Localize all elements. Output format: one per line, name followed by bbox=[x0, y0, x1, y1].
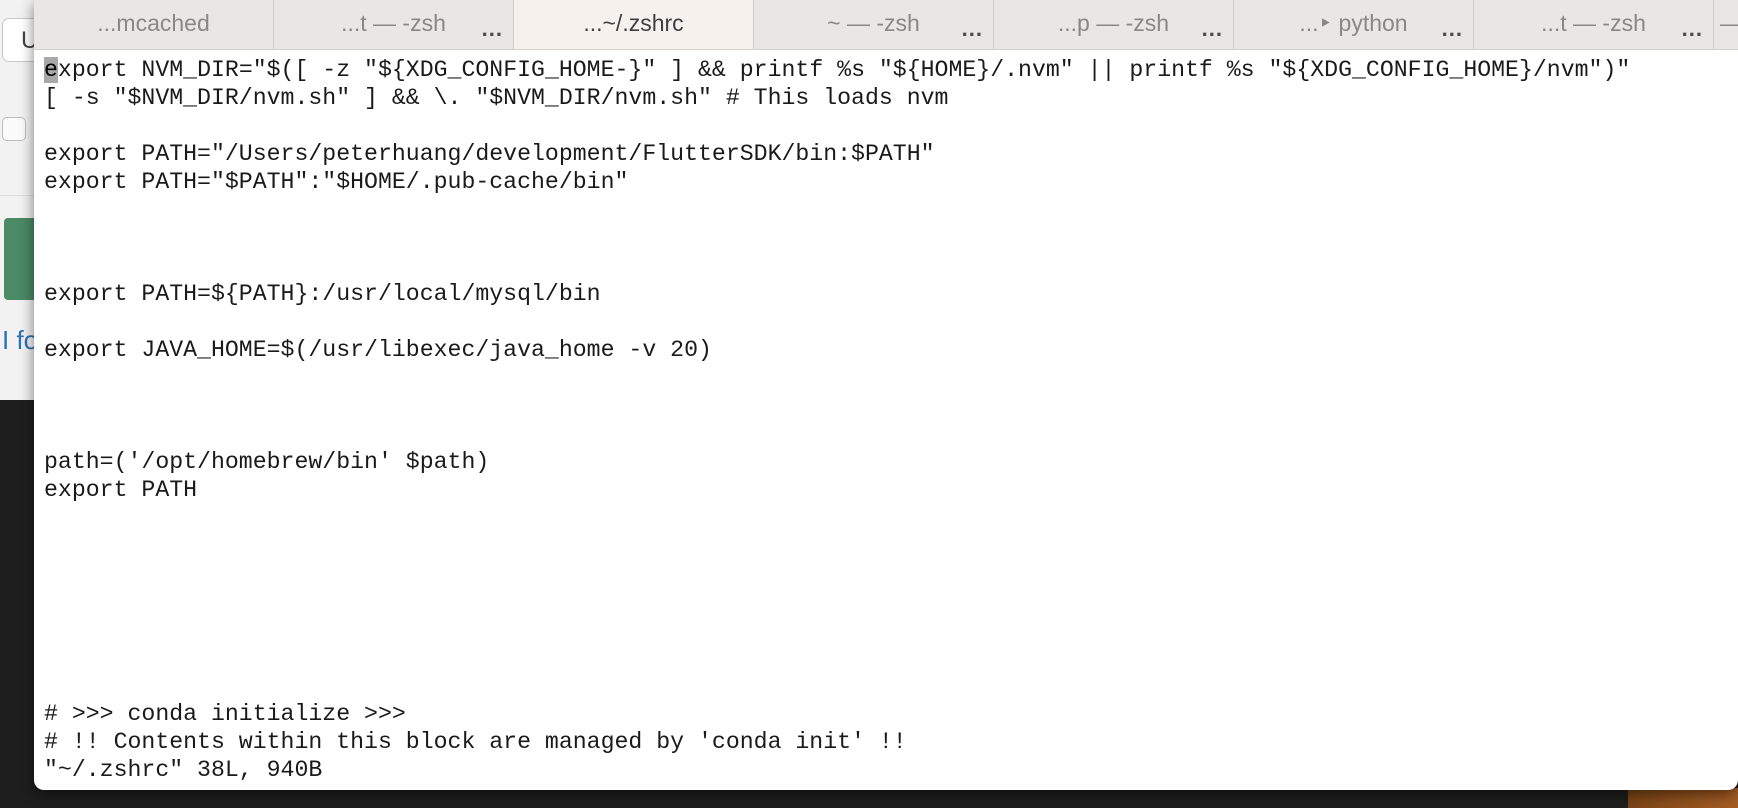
editor-line: export NVM_DIR="$([ -z "${XDG_CONFIG_HOM… bbox=[44, 56, 1734, 84]
editor-line: export PATH bbox=[44, 477, 198, 503]
text-cursor: e bbox=[44, 57, 58, 83]
tab-more-icon[interactable]: ... bbox=[1202, 6, 1223, 49]
tab-label: ...~/.zshrc bbox=[583, 10, 684, 36]
tab-home-zsh[interactable]: ~ — -zsh ... bbox=[754, 0, 994, 49]
tab-more-icon[interactable]: ... bbox=[1682, 6, 1703, 49]
editor-line: [ -s "$NVM_DIR/nvm.sh" ] && \. "$NVM_DIR… bbox=[44, 85, 949, 111]
tab-zsh-1[interactable]: ...t — -zsh ... bbox=[274, 0, 514, 49]
tab-label: ...t — -zsh bbox=[1541, 10, 1646, 36]
tab-more-icon[interactable]: ... bbox=[962, 6, 983, 49]
editor-line: path=('/opt/homebrew/bin' $path) bbox=[44, 449, 490, 475]
editor-line: export JAVA_HOME=$(/usr/libexec/java_hom… bbox=[44, 337, 712, 363]
tab-label: ...t — -zsh bbox=[341, 10, 446, 36]
tab-label: — -zs bbox=[1720, 10, 1738, 36]
tab-label: ~ — -zsh bbox=[827, 10, 920, 36]
editor-line: export PATH=${PATH}:/usr/local/mysql/bin bbox=[44, 281, 601, 307]
tab-more-icon[interactable]: ... bbox=[482, 6, 503, 49]
editor-line: export PATH="/Users/peterhuang/developme… bbox=[44, 141, 935, 167]
desktop-wallpaper-corner bbox=[1628, 788, 1738, 808]
vim-status-line: "~/.zshrc" 38L, 940B bbox=[44, 757, 323, 783]
terminal-tab-bar: ...mcached ...t — -zsh ... ...~/.zshrc ~… bbox=[34, 0, 1738, 50]
tab-zsh-3[interactable]: — -zs bbox=[1714, 0, 1738, 49]
tab-label: ...p — -zsh bbox=[1057, 10, 1170, 36]
editor-line: # !! Contents within this block are mana… bbox=[44, 729, 907, 755]
tab-zshrc[interactable]: ...~/.zshrc bbox=[514, 0, 754, 49]
editor-line: # >>> conda initialize >>> bbox=[44, 701, 406, 727]
tab-python[interactable]: ...‣ python ... bbox=[1234, 0, 1474, 49]
tab-label: ...‣ python bbox=[1299, 10, 1408, 36]
tab-label: ...mcached bbox=[97, 10, 210, 36]
tab-zsh-2[interactable]: ...t — -zsh ... bbox=[1474, 0, 1714, 49]
editor-line: export PATH="$PATH":"$HOME/.pub-cache/bi… bbox=[44, 169, 629, 195]
line-text: xport NVM_DIR="$([ -z "${XDG_CONFIG_HOME… bbox=[57, 57, 1631, 83]
tab-more-icon[interactable]: ... bbox=[1442, 6, 1463, 49]
tab-p-zsh[interactable]: ...p — -zsh ... bbox=[994, 0, 1234, 49]
background-checkbox[interactable] bbox=[2, 117, 26, 141]
vim-editor[interactable]: export NVM_DIR="$([ -z "${XDG_CONFIG_HOM… bbox=[44, 56, 1734, 784]
tab-memcached[interactable]: ...mcached bbox=[34, 0, 274, 49]
terminal-window: ...mcached ...t — -zsh ... ...~/.zshrc ~… bbox=[34, 0, 1738, 790]
